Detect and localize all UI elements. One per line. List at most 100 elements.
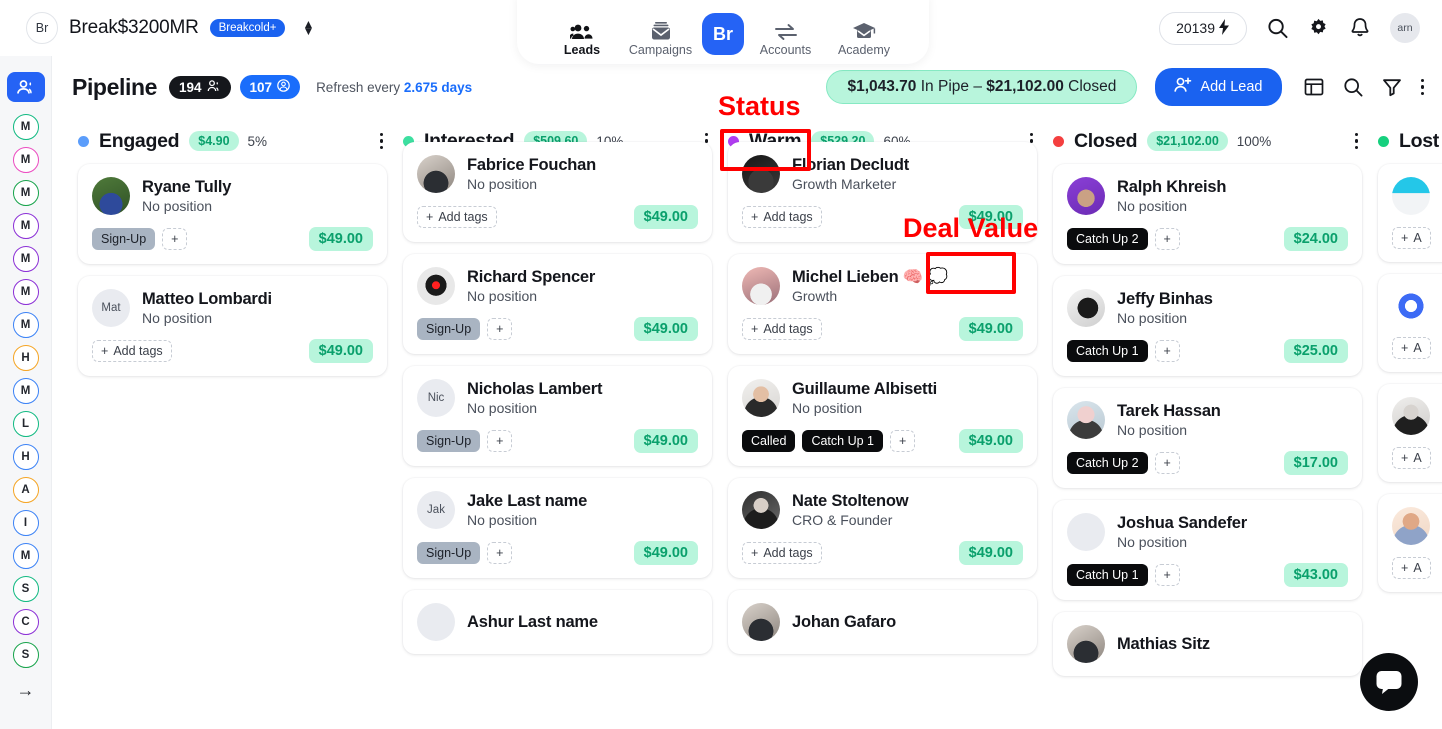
add-tag-button[interactable]: + A	[1392, 447, 1431, 469]
lead-card[interactable]: Guillaume Albisetti No position Called Catc…	[728, 366, 1037, 466]
lead-card[interactable]: Fabrice Fouchan No position + Add tags $49.0…	[403, 142, 712, 242]
breakcold-logo[interactable]: Br	[702, 13, 744, 55]
rail-chip[interactable]: I	[12, 510, 39, 536]
rail-chip[interactable]: M	[12, 279, 39, 305]
add-tag-button[interactable]: + Add tags	[742, 206, 822, 228]
lead-card[interactable]: + A	[1378, 494, 1442, 592]
lead-tag[interactable]: Sign-Up	[92, 228, 156, 250]
rail-chip[interactable]: H	[12, 444, 39, 470]
rail-chip[interactable]: H	[12, 345, 39, 371]
workspace-selector[interactable]: Br Break$3200MR Breakcold+ ▲ ▼	[26, 12, 314, 44]
rail-leads-icon[interactable]	[6, 72, 45, 102]
lead-tag[interactable]: Catch Up 1	[1067, 564, 1148, 586]
lead-tag[interactable]: Called	[742, 430, 796, 452]
deal-value[interactable]: $49.00	[633, 317, 698, 341]
deal-value[interactable]: $49.00	[308, 227, 373, 251]
gear-icon[interactable]	[1308, 18, 1329, 39]
table-view-icon[interactable]	[1304, 77, 1325, 98]
add-tag-button[interactable]: +	[1154, 228, 1180, 250]
add-tag-button[interactable]: +	[1154, 564, 1180, 586]
arrow-right-icon[interactable]: →	[17, 680, 35, 701]
deal-value[interactable]: $49.00	[633, 205, 698, 229]
rail-chip[interactable]: C	[12, 609, 39, 635]
avatar[interactable]: arn	[1390, 13, 1420, 43]
more-options-icon[interactable]	[1420, 78, 1424, 96]
add-tag-button[interactable]: +	[487, 318, 513, 340]
rail-chip[interactable]: M	[12, 378, 39, 404]
lead-card[interactable]: Ashur Last name	[403, 590, 712, 654]
search-icon[interactable]	[1343, 77, 1364, 98]
deal-value[interactable]: $49.00	[958, 541, 1023, 565]
rail-chip[interactable]: M	[12, 114, 39, 140]
add-tag-button[interactable]: +	[889, 430, 916, 452]
nav-item-leads[interactable]: Leads	[545, 19, 619, 57]
lead-card[interactable]: + A	[1378, 384, 1442, 482]
deal-value[interactable]: $49.00	[633, 429, 698, 453]
lead-card[interactable]: Ryane Tully No position Sign-Up + $49.00	[78, 164, 387, 264]
deal-value[interactable]: $49.00	[958, 317, 1023, 341]
rail-chip[interactable]: M	[12, 312, 39, 338]
deal-value[interactable]: $17.00	[1283, 451, 1348, 475]
rail-chip[interactable]: M	[12, 213, 39, 239]
add-tag-button[interactable]: + A	[1392, 337, 1431, 359]
add-tag-button[interactable]: + Add tags	[742, 318, 822, 340]
chevron-updown-icon[interactable]: ▲ ▼	[302, 17, 314, 37]
lead-card[interactable]: Tarek Hassan No position Catch Up 2 + $17.00	[1053, 388, 1362, 488]
nav-item-campaigns[interactable]: Campaigns	[624, 19, 698, 57]
leads-count-badge[interactable]: 194	[169, 75, 231, 99]
lead-tag[interactable]: Catch Up 1	[802, 430, 883, 452]
lead-card[interactable]: Mat Matteo Lombardi No position + Add tags $4…	[78, 276, 387, 376]
rail-chip[interactable]: S	[12, 576, 39, 602]
deal-value[interactable]: $49.00	[958, 429, 1023, 453]
add-tag-button[interactable]: +	[1154, 340, 1180, 362]
rail-chip[interactable]: M	[12, 147, 39, 173]
column-title[interactable]: Closed	[1074, 130, 1138, 153]
add-tag-button[interactable]: + A	[1392, 557, 1431, 579]
lead-card[interactable]: + A	[1378, 164, 1442, 262]
rail-chip[interactable]: A	[12, 477, 39, 503]
column-title[interactable]: Engaged	[99, 130, 180, 153]
lead-tag[interactable]: Sign-Up	[417, 430, 481, 452]
add-tag-button[interactable]: + A	[1392, 227, 1431, 249]
chat-bubble-icon[interactable]	[1360, 653, 1418, 711]
lead-tag[interactable]: Catch Up 2	[1067, 228, 1148, 250]
deal-value[interactable]: $49.00	[633, 541, 698, 565]
lead-tag[interactable]: Catch Up 2	[1067, 452, 1148, 474]
deal-value[interactable]: $25.00	[1283, 339, 1348, 363]
deal-value[interactable]: $43.00	[1283, 563, 1348, 587]
add-tag-button[interactable]: + Add tags	[92, 340, 172, 362]
deal-value[interactable]: $49.00	[308, 339, 373, 363]
add-tag-button[interactable]: +	[162, 228, 188, 250]
column-menu-icon[interactable]	[379, 132, 383, 150]
search-icon[interactable]	[1267, 18, 1288, 39]
nav-item-academy[interactable]: Academy	[827, 19, 901, 57]
rail-chip[interactable]: S	[12, 642, 39, 668]
lead-card[interactable]: Joshua Sandefer No position Catch Up 1 + $43…	[1053, 500, 1362, 600]
filter-icon[interactable]	[1382, 77, 1403, 98]
add-tag-button[interactable]: +	[1154, 452, 1180, 474]
lead-tag[interactable]: Catch Up 1	[1067, 340, 1148, 362]
lead-card[interactable]: Jeffy Binhas No position Catch Up 1 + $25.00	[1053, 276, 1362, 376]
rail-chip[interactable]: M	[12, 246, 39, 272]
add-tag-button[interactable]: +	[487, 542, 513, 564]
lead-card[interactable]: Nic Nicholas Lambert No position Sign-Up + $4…	[403, 366, 712, 466]
lead-card[interactable]: Nate Stoltenow CRO & Founder + Add tags $49.…	[728, 478, 1037, 578]
lead-card[interactable]: Richard Spencer No position Sign-Up + $49.00	[403, 254, 712, 354]
column-menu-icon[interactable]	[1354, 132, 1358, 150]
bell-icon[interactable]	[1349, 18, 1370, 39]
add-tag-button[interactable]: + Add tags	[417, 206, 497, 228]
rail-chip[interactable]: M	[12, 180, 39, 206]
lead-card[interactable]: Ralph Khreish No position Catch Up 2 + $24.0…	[1053, 164, 1362, 264]
credits-counter[interactable]: 20139	[1159, 11, 1247, 45]
rail-chip[interactable]: L	[12, 411, 39, 437]
lead-tag[interactable]: Sign-Up	[417, 542, 481, 564]
lead-card[interactable]: Jak Jake Last name No position Sign-Up + $49.…	[403, 478, 712, 578]
column-title[interactable]: Lost	[1399, 130, 1439, 153]
rail-chip[interactable]: M	[12, 543, 39, 569]
add-lead-button[interactable]: Add Lead	[1155, 68, 1282, 106]
add-tag-button[interactable]: +	[487, 430, 513, 452]
contacts-count-badge[interactable]: 107	[239, 75, 301, 99]
deal-value[interactable]: $24.00	[1283, 227, 1348, 251]
add-tag-button[interactable]: + Add tags	[742, 542, 822, 564]
lead-tag[interactable]: Sign-Up	[417, 318, 481, 340]
